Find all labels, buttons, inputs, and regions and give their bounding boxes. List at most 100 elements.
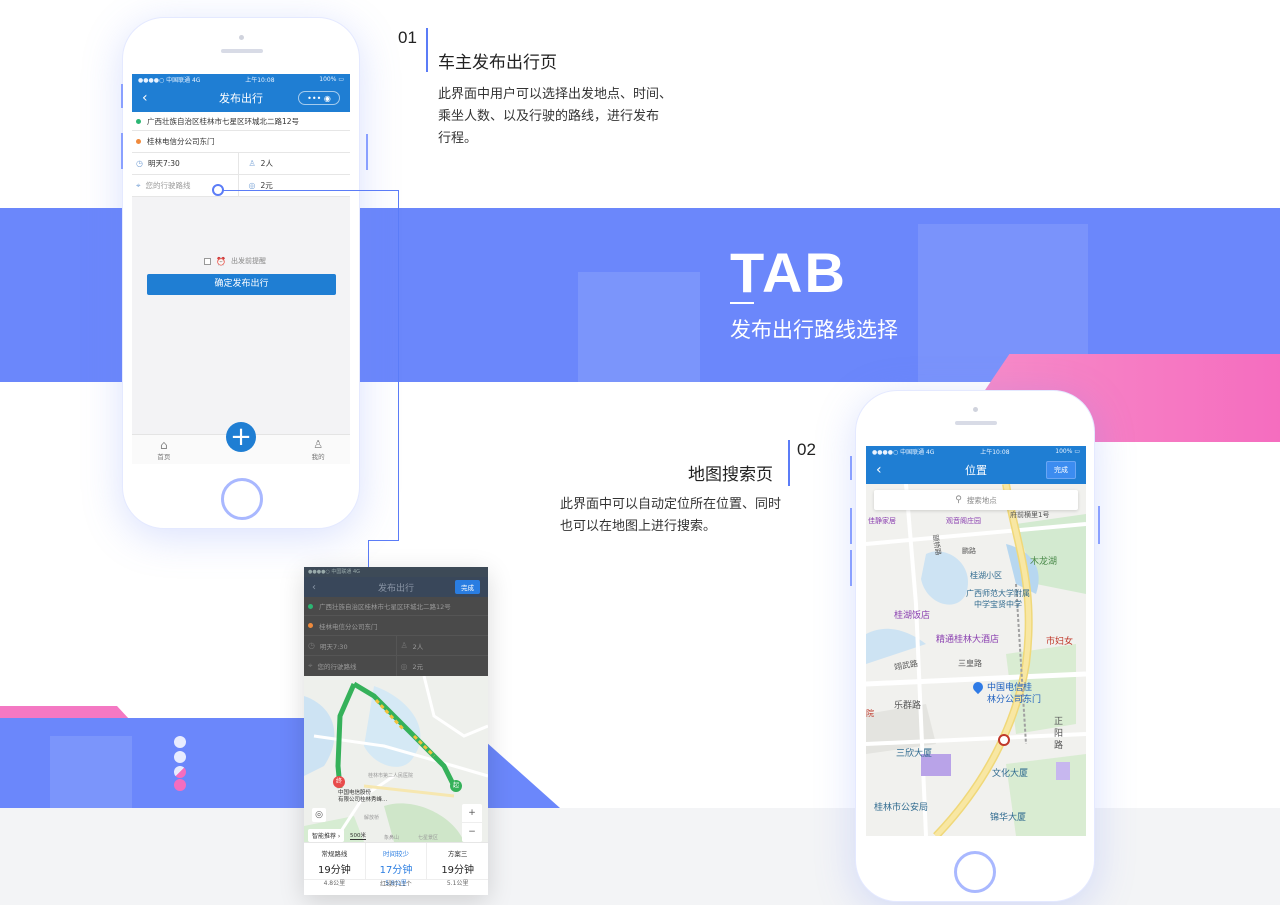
phone-side-button	[366, 134, 368, 170]
clock-icon: ◷	[308, 641, 315, 650]
map-label: 乐群路	[894, 701, 922, 711]
home-button[interactable]	[954, 851, 996, 893]
zoom-in-button[interactable]: +	[462, 804, 482, 823]
time-seats-row: ◷ 明天7:30 ♙ 2人	[132, 153, 350, 175]
screen-publish: ●●●●○ 中国联通 4G 上午10:08 100% ▭ ‹ 发布出行 ••• …	[132, 74, 350, 464]
map-scale: 500米	[350, 833, 366, 840]
map-label: 解放桥	[364, 815, 380, 821]
mini-program-capsule[interactable]: ••• ◉	[298, 91, 340, 105]
search-placeholder: 搜索地点	[966, 495, 997, 505]
section-description: 此界面中可以自动定位所在位置、同时 也可以在地图上进行搜索。	[560, 497, 782, 534]
destination-dot-icon	[308, 623, 313, 628]
price-field[interactable]: ◎ 2元	[395, 656, 489, 676]
origin-dot-icon	[308, 603, 313, 609]
map-label: 广西师范大学附属	[966, 589, 1030, 598]
nav-title: 发布出行	[219, 92, 263, 105]
time-text: 明天7:30	[319, 642, 348, 651]
time-field[interactable]: ◷ 明天7:30	[132, 153, 238, 174]
status-bar: ●●●●○ 中国联通 4G	[304, 567, 488, 577]
map-label: 桂林市公安局	[874, 803, 929, 813]
route-option[interactable]: 常规路线 19分钟 4.8公里	[304, 843, 365, 887]
map-label: 七星景区	[418, 835, 439, 841]
destination-dot-icon	[136, 139, 141, 144]
origin-text: 广西壮族自治区桂林市七星区环城北二路12号	[147, 116, 300, 126]
user-icon: ♙	[313, 438, 324, 451]
map-label: 象鼻山	[384, 835, 400, 841]
route-name: 常规路线	[321, 850, 348, 858]
route-distance: 4.8公里	[323, 880, 346, 887]
status-bar: ●●●●○ 中国联通 4G 上午10:08 100% ▭	[132, 74, 350, 84]
section-number: 02	[797, 440, 816, 459]
seats-text: 2人	[412, 642, 424, 651]
tab-home[interactable]: ⌂ 首页	[157, 439, 170, 464]
time-field[interactable]: ◷ 明天7:30	[304, 636, 396, 655]
map-label: 桂林市第二人民医院	[368, 773, 414, 779]
battery-text: 100% ▭	[1055, 447, 1080, 455]
route-field[interactable]: ⌖ 您的行驶路线	[304, 656, 396, 676]
destination-text: 桂林电信分公司东门	[319, 622, 378, 631]
clock-text: 上午10:08	[245, 76, 275, 84]
map-label: 鹏路	[962, 547, 976, 555]
location-pin-icon: ⌖	[136, 180, 141, 190]
origin-field[interactable]: 广西壮族自治区桂林市七星区环城北二路12号	[132, 112, 350, 131]
back-icon[interactable]: ‹	[142, 90, 148, 106]
route-option-selected[interactable]: 时间较少 17分钟 5.8公里	[364, 843, 428, 887]
connector-line	[368, 540, 399, 541]
route-placeholder: 您的行驶路线	[145, 181, 191, 190]
seats-field[interactable]: ♙ 2人	[395, 636, 489, 655]
time-text: 明天7:30	[147, 159, 180, 168]
tab-mine[interactable]: ♙ 我的	[312, 439, 325, 464]
map-label: 木龙湖	[1030, 557, 1058, 567]
phone-side-button	[121, 133, 123, 169]
done-button[interactable]: 完成	[455, 580, 480, 594]
route-time: 17分钟	[379, 865, 413, 876]
nav-title: 发布出行	[377, 583, 414, 594]
map-label: 锦华大厦	[990, 813, 1027, 823]
map-label: 中学宝贤中学	[974, 600, 1022, 609]
carrier-text: ●●●●○ 中国联通 4G	[872, 448, 935, 456]
connector-line	[223, 190, 399, 191]
origin-field[interactable]: 广西壮族自治区桂林市七星区环城北二路12号	[304, 597, 488, 616]
locate-icon[interactable]: ◎	[312, 808, 326, 822]
map-label: 观音阁庄园	[946, 517, 981, 525]
person-icon: ♙	[248, 159, 256, 168]
phone-side-button	[1098, 506, 1100, 544]
remind-checkbox[interactable]	[204, 257, 211, 265]
route-map[interactable]: 终 起 中国电信股份 有限公司桂林秀峰... 桂林市第二人民医院 解放桥 象鼻山…	[304, 676, 488, 842]
map-label: 精通桂林大酒店	[936, 635, 1000, 645]
origin-dot-icon	[136, 118, 141, 124]
home-button[interactable]	[221, 478, 263, 520]
back-icon[interactable]: ‹	[312, 582, 316, 593]
map-label-vertical: 正 阳 路	[1054, 717, 1064, 751]
location-map[interactable]: ⚲ 搜索地点 府前横里1号 佳静家居 观音阁庄园 鹏路 颐桥路 木龙湖 桂湖小区…	[866, 484, 1086, 836]
smart-recommend-button[interactable]: 智能推荐 ›	[308, 829, 345, 842]
connector-line	[398, 190, 399, 540]
battery-text: 100% ▭	[319, 75, 344, 83]
confirm-publish-button[interactable]: 确定发布出行	[147, 274, 336, 295]
section-divider	[788, 440, 790, 486]
route-option[interactable]: 方案三 19分钟 5.1公里	[427, 843, 488, 887]
map-label: 桂湖饭店	[894, 611, 931, 621]
back-icon[interactable]: ‹	[876, 462, 882, 478]
location-pin-icon: ⌖	[308, 661, 313, 670]
nav-bar: ‹ 发布出行 ••• ◉	[132, 84, 350, 112]
screen-location: ●●●●○ 中国联通 4G 上午10:08 100% ▭ ‹ 位置 完成 ⚲ 搜…	[866, 446, 1086, 836]
phone-side-button	[850, 456, 852, 480]
zoom-out-button[interactable]: −	[462, 823, 482, 842]
destination-field[interactable]: 桂林电信分公司东门	[304, 616, 488, 636]
remind-label: 出发前提醒	[230, 257, 266, 265]
dimmed-form: 广西壮族自治区桂林市七星区环城北二路12号 桂林电信分公司东门 ◷ 明天7:30 …	[304, 597, 488, 676]
route-name: 时间较少	[383, 850, 409, 858]
route-name: 方案三	[447, 850, 468, 858]
seats-field[interactable]: ♙ 2人	[237, 153, 351, 174]
route-price-row: ⌖ 您的行驶路线 ◎ 2元	[304, 656, 488, 676]
destination-field[interactable]: 桂林电信分公司东门	[132, 131, 350, 153]
carrier-text: ●●●●○ 中国联通 4G	[138, 76, 201, 84]
banner-title: TAB	[730, 241, 847, 304]
done-button[interactable]: 完成	[1046, 461, 1076, 479]
remind-toggle[interactable]: ⏰ 出发前提醒	[204, 256, 266, 266]
coin-icon: ◎	[248, 181, 256, 190]
publish-fab-button[interactable]: +	[226, 422, 256, 452]
search-bar[interactable]: ⚲ 搜索地点	[874, 490, 1078, 510]
price-field[interactable]: ◎ 2元	[237, 175, 351, 196]
